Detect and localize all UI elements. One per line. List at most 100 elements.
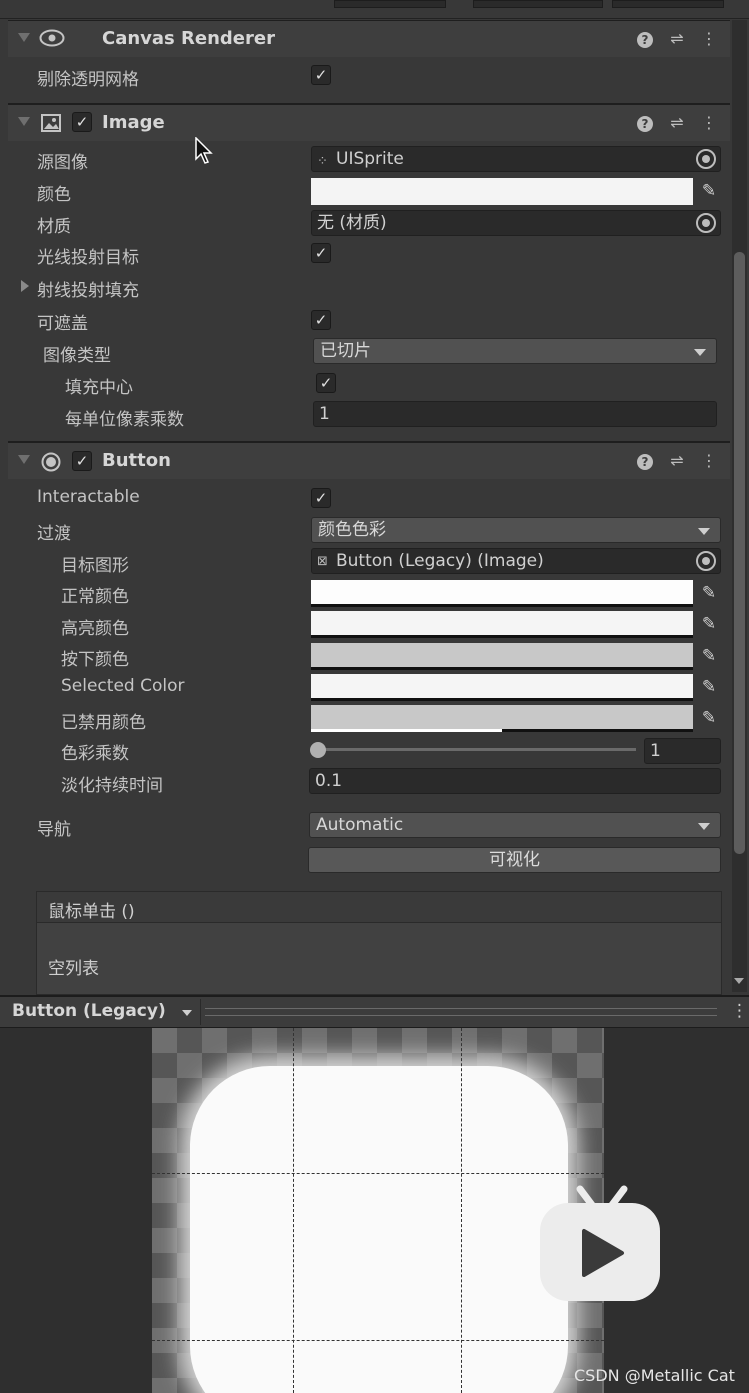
cull-transparent-label: 剔除透明网格 [37, 70, 139, 90]
navigation-dropdown[interactable]: Automatic [309, 812, 721, 838]
component-title: Image [102, 112, 165, 133]
image-header[interactable]: ✓ Image ? ⇌ ⋮ [8, 104, 730, 141]
fade-duration-label: 淡化持续时间 [61, 776, 163, 796]
maskable-checkbox[interactable]: ✓ [311, 310, 331, 330]
top-field-1 [334, 0, 446, 8]
object-picker-icon[interactable] [696, 551, 716, 571]
image-enabled-checkbox[interactable]: ✓ [72, 112, 92, 132]
color-swatch[interactable] [311, 178, 693, 205]
canvas-renderer-header[interactable]: Canvas Renderer ? ⇌ ⋮ [8, 20, 730, 57]
transition-label: 过渡 [37, 524, 71, 544]
preset-icon[interactable]: ⇌ [668, 27, 686, 49]
eyedropper-icon[interactable]: ✎ [697, 580, 721, 606]
preset-icon[interactable]: ⇌ [668, 111, 686, 133]
navigation-label: 导航 [37, 820, 71, 840]
help-icon[interactable]: ? [636, 111, 654, 133]
mouse-cursor-icon [195, 136, 215, 165]
button-component-icon [41, 452, 61, 472]
help-icon[interactable]: ? [636, 27, 654, 49]
transition-dropdown[interactable]: 颜色色彩 [311, 517, 721, 543]
color-label: 颜色 [37, 185, 71, 205]
target-graphic-field[interactable]: ⊠ Button (Legacy) (Image) [311, 548, 721, 574]
pixels-per-unit-field[interactable]: 1 [313, 401, 717, 427]
preview-title-dropdown[interactable]: Button (Legacy) [12, 1001, 192, 1025]
navigation-value: Automatic [316, 815, 404, 835]
scroll-down-arrow[interactable] [734, 978, 744, 984]
more-icon[interactable]: ⋮ [700, 111, 718, 133]
object-picker-icon[interactable] [696, 149, 716, 169]
image-type-dropdown[interactable]: 已切片 [313, 338, 717, 364]
drag-grip[interactable] [205, 1008, 717, 1016]
color-multiplier-field[interactable]: 1 [644, 738, 721, 764]
material-field[interactable]: 无 (材质) [311, 210, 721, 236]
interactable-checkbox[interactable]: ✓ [311, 488, 331, 508]
watermark: CSDN @Metallic Cat [574, 1366, 735, 1385]
disabled-color-swatch[interactable] [311, 705, 693, 732]
fade-duration-field[interactable]: 0.1 [309, 768, 721, 794]
preset-icon[interactable]: ⇌ [668, 449, 686, 471]
slice-guide-h1 [152, 1173, 604, 1174]
top-field-3 [612, 0, 724, 8]
visualize-label: 可视化 [489, 850, 540, 870]
highlighted-color-swatch[interactable] [311, 611, 693, 638]
object-picker-icon[interactable] [696, 213, 716, 233]
source-image-field[interactable]: ⁘ UISprite [311, 146, 721, 172]
preview-toolbar: Button (Legacy) ⋮ [0, 995, 749, 1028]
color-multiplier-label: 色彩乘数 [61, 744, 129, 764]
fill-center-checkbox[interactable]: ✓ [316, 373, 336, 393]
fold-arrow-icon[interactable] [18, 455, 30, 464]
more-icon[interactable]: ⋮ [700, 27, 718, 49]
inspector-scrollbar[interactable] [732, 20, 747, 992]
more-icon[interactable]: ⋮ [731, 1001, 748, 1021]
component-title: Canvas Renderer [102, 28, 275, 49]
button-enabled-checkbox[interactable]: ✓ [72, 451, 92, 471]
image-component-icon [40, 113, 62, 133]
cull-transparent-checkbox[interactable]: ✓ [311, 65, 331, 85]
chevron-down-icon [698, 823, 710, 830]
visualize-button[interactable]: 可视化 [308, 847, 721, 873]
chevron-down-icon [182, 1010, 192, 1016]
help-icon[interactable]: ? [636, 449, 654, 471]
pixels-per-unit-value: 1 [319, 404, 330, 424]
preview-title: Button (Legacy) [12, 1001, 166, 1021]
eyedropper-icon[interactable]: ✎ [697, 674, 721, 700]
image-type-label: 图像类型 [43, 346, 111, 366]
foldout-arrow-icon[interactable] [21, 280, 29, 292]
color-multiplier-value: 1 [650, 741, 661, 761]
eyedropper-icon[interactable]: ✎ [697, 643, 721, 669]
slice-guide-v1 [293, 1028, 294, 1393]
raycast-padding-label[interactable]: 射线投射填充 [37, 276, 139, 301]
target-graphic-value: Button (Legacy) (Image) [336, 551, 544, 571]
raycast-target-label: 光线投射目标 [37, 248, 139, 268]
pixels-per-unit-label: 每单位像素乘数 [65, 410, 184, 430]
scrollbar-thumb[interactable] [734, 252, 745, 854]
fill-center-label: 填充中心 [65, 378, 133, 398]
onclick-header: 鼠标单击 () [37, 892, 721, 923]
raycast-target-checkbox[interactable]: ✓ [311, 243, 331, 263]
onclick-event-box: 鼠标单击 () 空列表 [36, 891, 722, 995]
button-header[interactable]: ✓ Button ? ⇌ ⋮ [8, 442, 730, 479]
eyedropper-icon[interactable]: ✎ [697, 705, 721, 731]
slice-guide-h2 [152, 1340, 604, 1341]
play-video-icon[interactable] [538, 1185, 662, 1303]
color-multiplier-slider-handle[interactable] [310, 742, 326, 758]
eyedropper-icon[interactable]: ✎ [697, 611, 721, 637]
top-field-2 [473, 0, 603, 8]
fade-duration-value: 0.1 [315, 771, 343, 791]
onclick-label: 鼠标单击 () [48, 902, 135, 922]
chevron-down-icon [698, 528, 710, 535]
onclick-empty-text: 空列表 [48, 959, 99, 979]
slice-guide-v2 [461, 1028, 462, 1393]
more-icon[interactable]: ⋮ [700, 449, 718, 471]
normal-color-swatch[interactable] [311, 580, 693, 607]
fold-arrow-icon[interactable] [18, 33, 30, 42]
interactable-label: Interactable [37, 487, 140, 507]
fold-arrow-icon[interactable] [18, 117, 30, 126]
target-graphic-label: 目标图形 [61, 556, 129, 576]
color-multiplier-slider-track[interactable] [318, 748, 636, 751]
pressed-color-swatch[interactable] [311, 643, 693, 670]
disabled-color-label: 已禁用颜色 [61, 713, 146, 733]
sprite-icon: ⁘ [317, 154, 328, 169]
eyedropper-icon[interactable]: ✎ [697, 178, 721, 204]
selected-color-swatch[interactable] [311, 674, 693, 701]
